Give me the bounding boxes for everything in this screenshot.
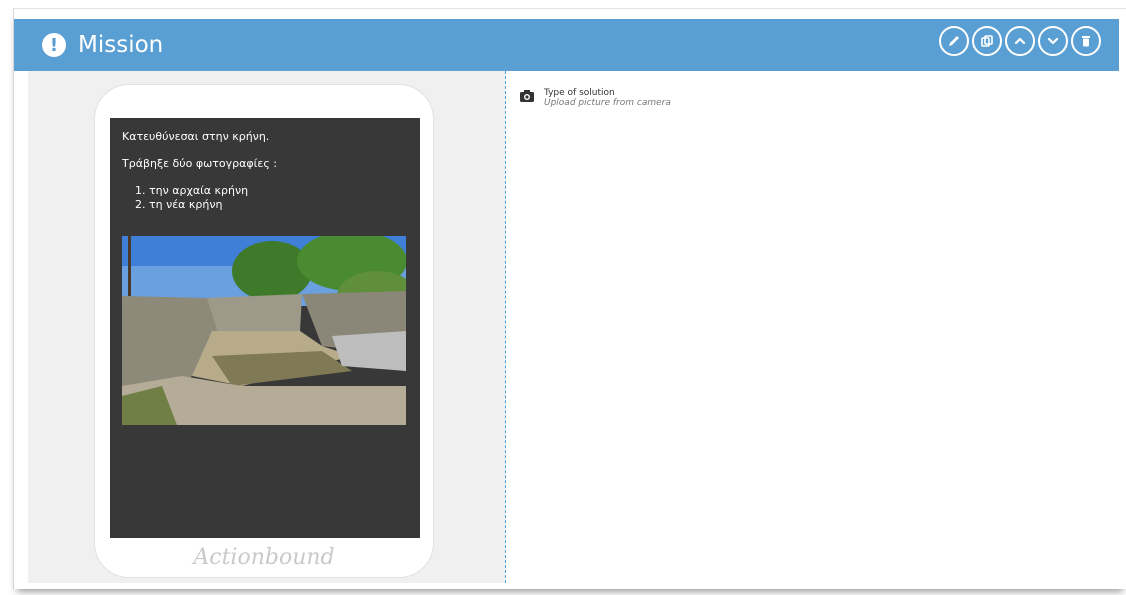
- photo-list-item: τη νέα κρήνη: [149, 198, 277, 212]
- solution-value: Upload picture from camera: [544, 98, 671, 108]
- solution-type: Type of solution Upload picture from cam…: [520, 88, 671, 108]
- mission-header: ! Mission: [14, 19, 1119, 71]
- photo-list-item: την αρχαία κρήνη: [149, 184, 277, 198]
- trash-icon: [1082, 36, 1090, 47]
- solution-text: Type of solution Upload picture from cam…: [544, 88, 671, 108]
- chevron-down-icon: [1047, 37, 1059, 45]
- mission-intro: Κατευθύνεσαι στην κρήνη.: [122, 130, 270, 143]
- phone-screen: Κατευθύνεσαι στην κρήνη. Τράβηξε δύο φωτ…: [110, 118, 420, 538]
- mission-title: Mission: [78, 32, 164, 58]
- header-actions: [939, 26, 1101, 56]
- mission-instruction: Τράβηξε δύο φωτογραφίες :: [122, 157, 277, 170]
- edit-icon: [949, 36, 959, 46]
- duplicate-button[interactable]: [972, 26, 1002, 56]
- chevron-up-icon: [1014, 37, 1026, 45]
- move-up-button[interactable]: [1005, 26, 1035, 56]
- delete-button[interactable]: [1071, 26, 1101, 56]
- fountain-photo: [122, 236, 406, 425]
- exclamation-icon: !: [42, 33, 66, 57]
- move-down-button[interactable]: [1038, 26, 1068, 56]
- camera-icon: [520, 90, 534, 102]
- duplicate-icon: [981, 35, 993, 47]
- mission-text: Κατευθύνεσαι στην κρήνη. Τράβηξε δύο φωτ…: [122, 130, 277, 212]
- actionbound-logo: Actionbound: [193, 545, 335, 570]
- photo-list: την αρχαία κρήνη τη νέα κρήνη: [122, 184, 277, 212]
- pane-divider: [505, 71, 506, 583]
- edit-button[interactable]: [939, 26, 969, 56]
- app-window: ! Mission Κατευθύνεσαι στην κρήνη. Τράβη…: [0, 0, 1126, 595]
- solution-label: Type of solution: [544, 88, 615, 98]
